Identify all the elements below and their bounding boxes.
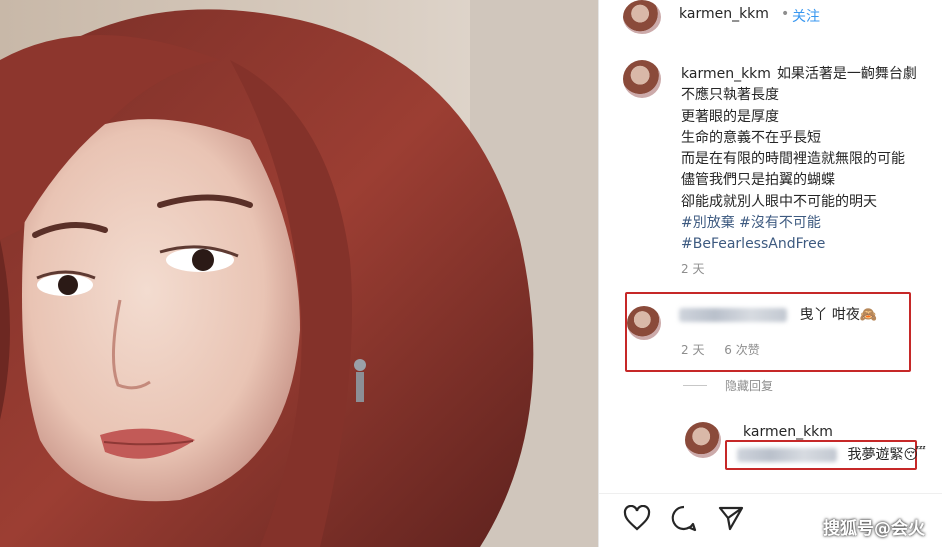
post-photo bbox=[0, 0, 598, 547]
blurred-mention[interactable] bbox=[737, 448, 837, 462]
caption-avatar[interactable] bbox=[623, 60, 661, 98]
hashtag-link[interactable]: #BeFearlessAndFree bbox=[681, 234, 942, 255]
post-panel: karmen_kkm • 关注 karmen_kkm 如果活著是一齣舞台劇 不應只… bbox=[598, 0, 942, 547]
post-timestamp: 2 天 bbox=[681, 262, 705, 276]
author-username[interactable]: karmen_kkm bbox=[679, 6, 769, 22]
comment-timestamp: 2 天 bbox=[681, 343, 705, 357]
reply-username[interactable]: karmen_kkm bbox=[743, 424, 833, 440]
caption-line: 卻能成就別人眼中不可能的明天 bbox=[681, 193, 877, 210]
hide-replies-button[interactable]: 隐藏回复 bbox=[725, 377, 773, 394]
caption-line: 儘管我們只是拍翼的蝴蝶 bbox=[681, 172, 835, 189]
commenter-avatar[interactable] bbox=[627, 306, 661, 340]
follow-button[interactable]: 关注 bbox=[792, 6, 820, 26]
caption-username[interactable]: karmen_kkm bbox=[681, 66, 771, 82]
reply-avatar[interactable] bbox=[685, 422, 721, 458]
reply-text: 我夢遊緊😴 bbox=[847, 447, 926, 463]
author-avatar[interactable] bbox=[623, 0, 661, 34]
comment-likes[interactable]: 6 次赞 bbox=[724, 343, 759, 357]
comment-icon[interactable] bbox=[670, 504, 698, 532]
post-caption: karmen_kkm 如果活著是一齣舞台劇 不應只執著長度 更著眼的是厚度 生命的… bbox=[681, 64, 942, 256]
portrait-image bbox=[0, 0, 598, 547]
heart-icon[interactable] bbox=[623, 504, 651, 531]
caption-line: 而是在有限的時間裡造就無限的可能 bbox=[681, 151, 905, 168]
actions-divider bbox=[599, 493, 942, 494]
share-icon[interactable] bbox=[717, 504, 745, 532]
caption-line: 不應只執著長度 bbox=[681, 87, 779, 104]
caption-line: 生命的意義不在乎長短 bbox=[681, 129, 821, 146]
comment-text: 曳丫 咁夜🙈 bbox=[799, 307, 878, 323]
caption-line: 如果活著是一齣舞台劇 bbox=[776, 66, 917, 82]
action-bar bbox=[623, 504, 759, 534]
watermark-text: 搜狐号@会火 bbox=[823, 519, 925, 539]
replies-divider bbox=[683, 385, 707, 386]
comment-meta: 2 天 6 次赞 bbox=[681, 341, 760, 358]
caption-line: 更著眼的是厚度 bbox=[681, 108, 779, 125]
comment: 曳丫 咁夜🙈 bbox=[679, 304, 877, 324]
separator-dot: • bbox=[781, 6, 790, 22]
blurred-username[interactable] bbox=[679, 308, 787, 322]
hashtag-link[interactable]: #別放棄 #沒有不可能 bbox=[681, 213, 942, 234]
reply: 我夢遊緊😴 bbox=[737, 444, 926, 464]
